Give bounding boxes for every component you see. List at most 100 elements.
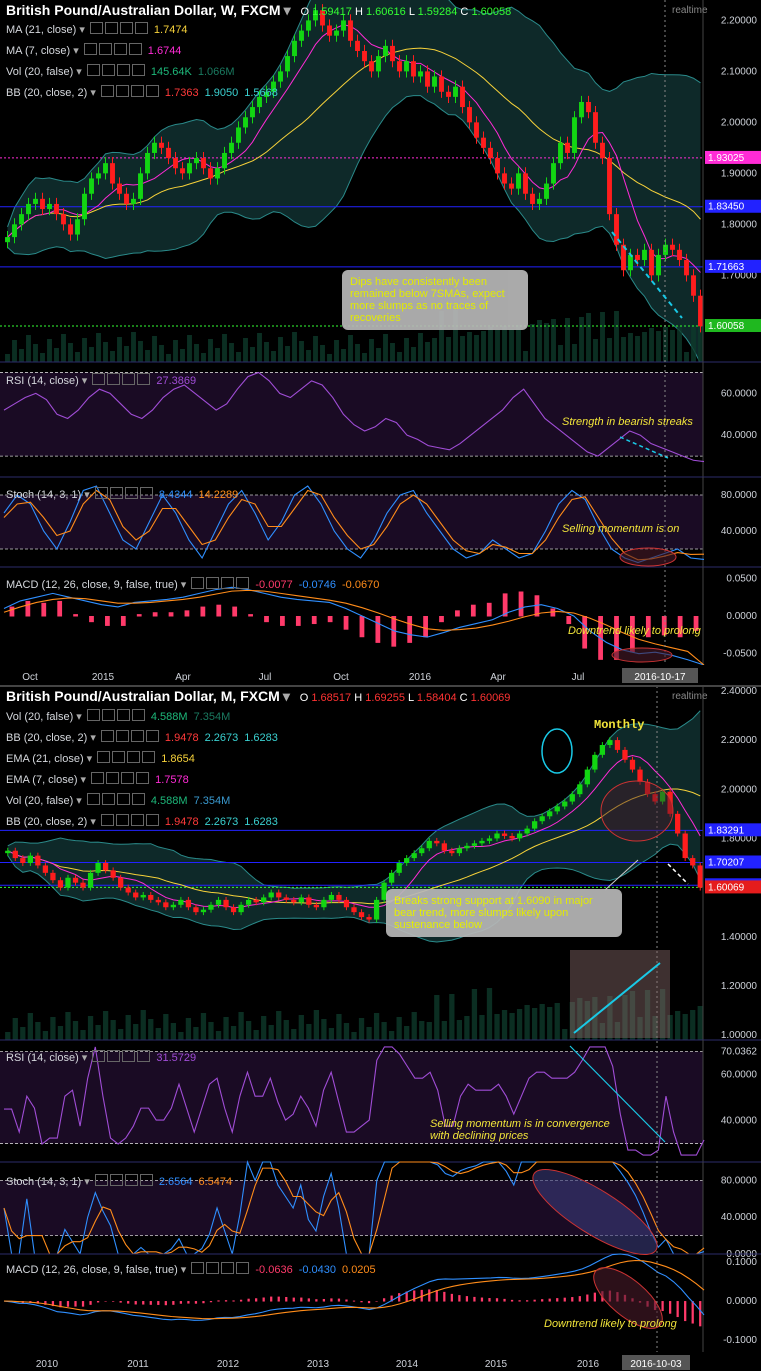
monthly-candle xyxy=(50,872,56,881)
toolbar-button[interactable] xyxy=(113,43,127,55)
chevron-down-icon[interactable]: ▾ xyxy=(90,732,96,744)
weekly-volume-bar xyxy=(250,347,255,362)
weekly-macd-hist-bar xyxy=(375,616,381,643)
chevron-down-icon[interactable]: ▾ xyxy=(76,711,82,723)
toolbar-button[interactable] xyxy=(121,772,135,784)
toolbar-button[interactable] xyxy=(106,772,120,784)
chevron-down-icon[interactable]: ▾ xyxy=(82,1052,88,1064)
toolbar-button[interactable] xyxy=(131,793,145,805)
monthly-volume-bar xyxy=(494,1014,500,1040)
chevron-down-icon[interactable]: ▾ xyxy=(283,688,290,704)
weekly-candle xyxy=(341,20,346,31)
weekly-macd-hist-bar xyxy=(136,614,142,617)
chevron-down-icon[interactable]: ▾ xyxy=(73,45,79,57)
toolbar-button[interactable] xyxy=(100,814,114,826)
toolbar-button[interactable] xyxy=(145,85,159,97)
monthly-candle xyxy=(110,870,116,878)
chevron-down-icon[interactable]: ▾ xyxy=(82,375,88,387)
monthly-volume-bar xyxy=(675,1011,681,1040)
monthly-volume-bar xyxy=(72,1021,79,1040)
monthly-macd-hist-bar xyxy=(81,1301,85,1307)
chevron-down-icon[interactable]: ▾ xyxy=(87,753,93,765)
toolbar-button[interactable] xyxy=(130,730,144,742)
chevron-down-icon[interactable]: ▾ xyxy=(90,816,96,828)
toolbar-button[interactable] xyxy=(116,793,130,805)
toolbar-button[interactable] xyxy=(119,22,133,34)
toolbar-button[interactable] xyxy=(101,709,115,721)
chevron-down-icon[interactable]: ▾ xyxy=(81,774,87,786)
weekly-candle xyxy=(397,61,402,72)
monthly-macd-hist-bar xyxy=(578,1296,581,1302)
monthly-ohlc: O 1.68517 H 1.69255 L 1.58404 C 1.60069 xyxy=(299,692,511,704)
toolbar-button[interactable] xyxy=(127,751,141,763)
toolbar-button[interactable] xyxy=(98,43,112,55)
toolbar-button[interactable] xyxy=(112,751,126,763)
toolbar-button[interactable] xyxy=(86,64,100,76)
chevron-down-icon[interactable]: ▾ xyxy=(84,1176,90,1188)
toolbar-button[interactable] xyxy=(97,751,111,763)
toolbar-button[interactable] xyxy=(101,64,115,76)
chevron-down-icon[interactable]: ▾ xyxy=(79,24,85,36)
weekly-title-row: British Pound/Australian Dollar, W, FXCM… xyxy=(6,2,511,19)
monthly-candle xyxy=(471,843,478,846)
monthly-volume-bar xyxy=(434,995,440,1040)
monthly-candle xyxy=(102,863,109,871)
chevron-down-icon[interactable]: ▾ xyxy=(181,1264,187,1276)
chevron-down-icon[interactable]: ▾ xyxy=(76,66,82,78)
monthly-volume-bar xyxy=(298,1015,304,1040)
monthly-candle xyxy=(65,877,71,888)
toolbar-button[interactable] xyxy=(130,85,144,97)
toolbar-button[interactable] xyxy=(116,709,130,721)
weekly-candle xyxy=(152,142,157,153)
toolbar-button[interactable] xyxy=(86,793,100,805)
weekly-x-tick: Apr xyxy=(490,672,506,683)
weekly-volume-bar xyxy=(180,349,185,362)
monthly-volume-bar xyxy=(291,1029,297,1040)
toolbar-button[interactable] xyxy=(128,43,142,55)
toolbar-button[interactable] xyxy=(131,64,145,76)
monthly-volume-bar xyxy=(133,1024,139,1040)
toolbar-button[interactable] xyxy=(100,85,114,97)
toolbar-button[interactable] xyxy=(142,751,156,763)
chevron-down-icon[interactable]: ▾ xyxy=(76,795,82,807)
toolbar-button[interactable] xyxy=(100,730,114,742)
monthly-volume-bar xyxy=(328,1028,335,1040)
weekly-candle xyxy=(376,56,381,72)
monthly-date-flag: 2016-10-03 xyxy=(630,1359,682,1370)
monthly-macd-hist-bar xyxy=(525,1300,529,1302)
chevron-down-icon[interactable]: ▾ xyxy=(90,87,96,99)
toolbar-button[interactable] xyxy=(115,730,129,742)
monthly-macd-hist-bar xyxy=(503,1298,506,1302)
monthly-candle xyxy=(607,740,613,745)
toolbar-button[interactable] xyxy=(145,730,159,742)
weekly-candle xyxy=(96,173,101,179)
toolbar-button[interactable] xyxy=(115,85,129,97)
toolbar-button[interactable] xyxy=(91,772,105,784)
weekly-macd-hist-bar xyxy=(25,600,31,617)
toolbar-button[interactable] xyxy=(89,22,103,34)
toolbar-button[interactable] xyxy=(136,772,150,784)
chevron-down-icon[interactable]: ▾ xyxy=(181,579,187,591)
chevron-down-icon[interactable]: ▾ xyxy=(284,2,291,18)
monthly-volume-bar xyxy=(185,1018,192,1040)
toolbar-button[interactable] xyxy=(115,814,129,826)
monthly-tag: Monthly xyxy=(594,718,645,732)
toolbar-button[interactable] xyxy=(130,814,144,826)
toolbar-button[interactable] xyxy=(86,709,100,721)
monthly-volume-bar xyxy=(57,1026,64,1040)
toolbar-button[interactable] xyxy=(101,793,115,805)
monthly-volume-bar xyxy=(215,1031,222,1040)
toolbar-button[interactable] xyxy=(104,22,118,34)
weekly-candle xyxy=(516,173,521,189)
monthly-candle xyxy=(509,835,515,839)
toolbar-button[interactable] xyxy=(83,43,97,55)
monthly-candle xyxy=(464,845,470,849)
toolbar-button[interactable] xyxy=(116,64,130,76)
chevron-down-icon[interactable]: ▾ xyxy=(84,489,90,501)
toolbar-button[interactable] xyxy=(134,22,148,34)
toolbar-button[interactable] xyxy=(145,814,159,826)
monthly-macd-hist-bar xyxy=(217,1300,220,1302)
weekly-volume-bar xyxy=(348,335,353,362)
monthly-candle xyxy=(253,899,259,903)
toolbar-button[interactable] xyxy=(131,709,145,721)
